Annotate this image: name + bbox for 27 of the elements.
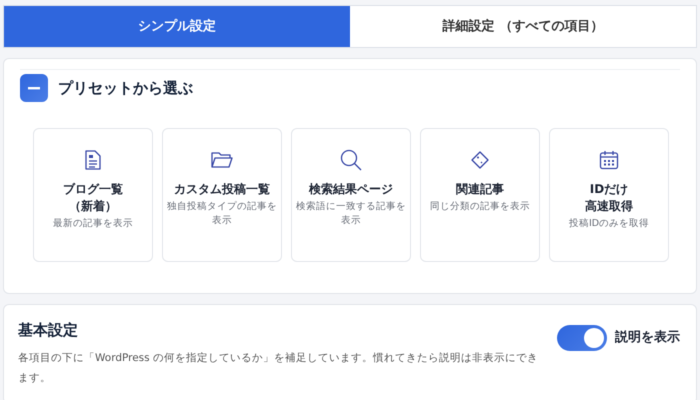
preset-description: 同じ分類の記事を表示 [430, 200, 530, 214]
minus-icon [28, 86, 40, 90]
preset-description: 独自投稿タイプの記事を表示 [167, 200, 277, 228]
preset-card[interactable]: 検索結果ページ 検索語に一致する記事を表示 [291, 128, 411, 262]
calendar-icon [599, 149, 619, 171]
tab[interactable]: シンプル設定 [4, 6, 350, 47]
preset-description: 最新の記事を表示 [53, 217, 133, 231]
toggle-switch[interactable] [557, 325, 607, 351]
collapse-button[interactable] [20, 74, 48, 102]
search-icon [340, 149, 362, 171]
section-description: 各項目の下に「WordPress の何を指定しているか」を補足しています。慣れてきたら説明は非表示にできます。 [18, 350, 539, 386]
preset-title: 検索結果ページ [309, 181, 393, 198]
preset-description: 検索語に一致する記事を表示 [296, 200, 406, 228]
preset-card[interactable]: IDだけ 高速取得 投稿IDのみを取得 [549, 128, 669, 262]
preset-title: カスタム投稿一覧 [174, 181, 270, 198]
preset-title: ブログ一覧 （新着） [63, 181, 123, 215]
document-icon [85, 149, 101, 171]
toggle-label: 説明を表示 [615, 329, 680, 348]
tag-icon [470, 149, 490, 171]
preset-card[interactable]: ブログ一覧 （新着） 最新の記事を表示 [33, 128, 153, 262]
preset-title: IDだけ 高速取得 [585, 181, 633, 215]
preset-card[interactable]: 関連記事 同じ分類の記事を表示 [420, 128, 540, 262]
preset-card[interactable]: カスタム投稿一覧 独自投稿タイプの記事を表示 [162, 128, 282, 262]
section-title: 基本設定 [18, 320, 79, 341]
section-title: プリセットから選ぶ [58, 78, 193, 99]
preset-description: 投稿IDのみを取得 [568, 217, 650, 231]
preset-title: 関連記事 [456, 181, 504, 198]
